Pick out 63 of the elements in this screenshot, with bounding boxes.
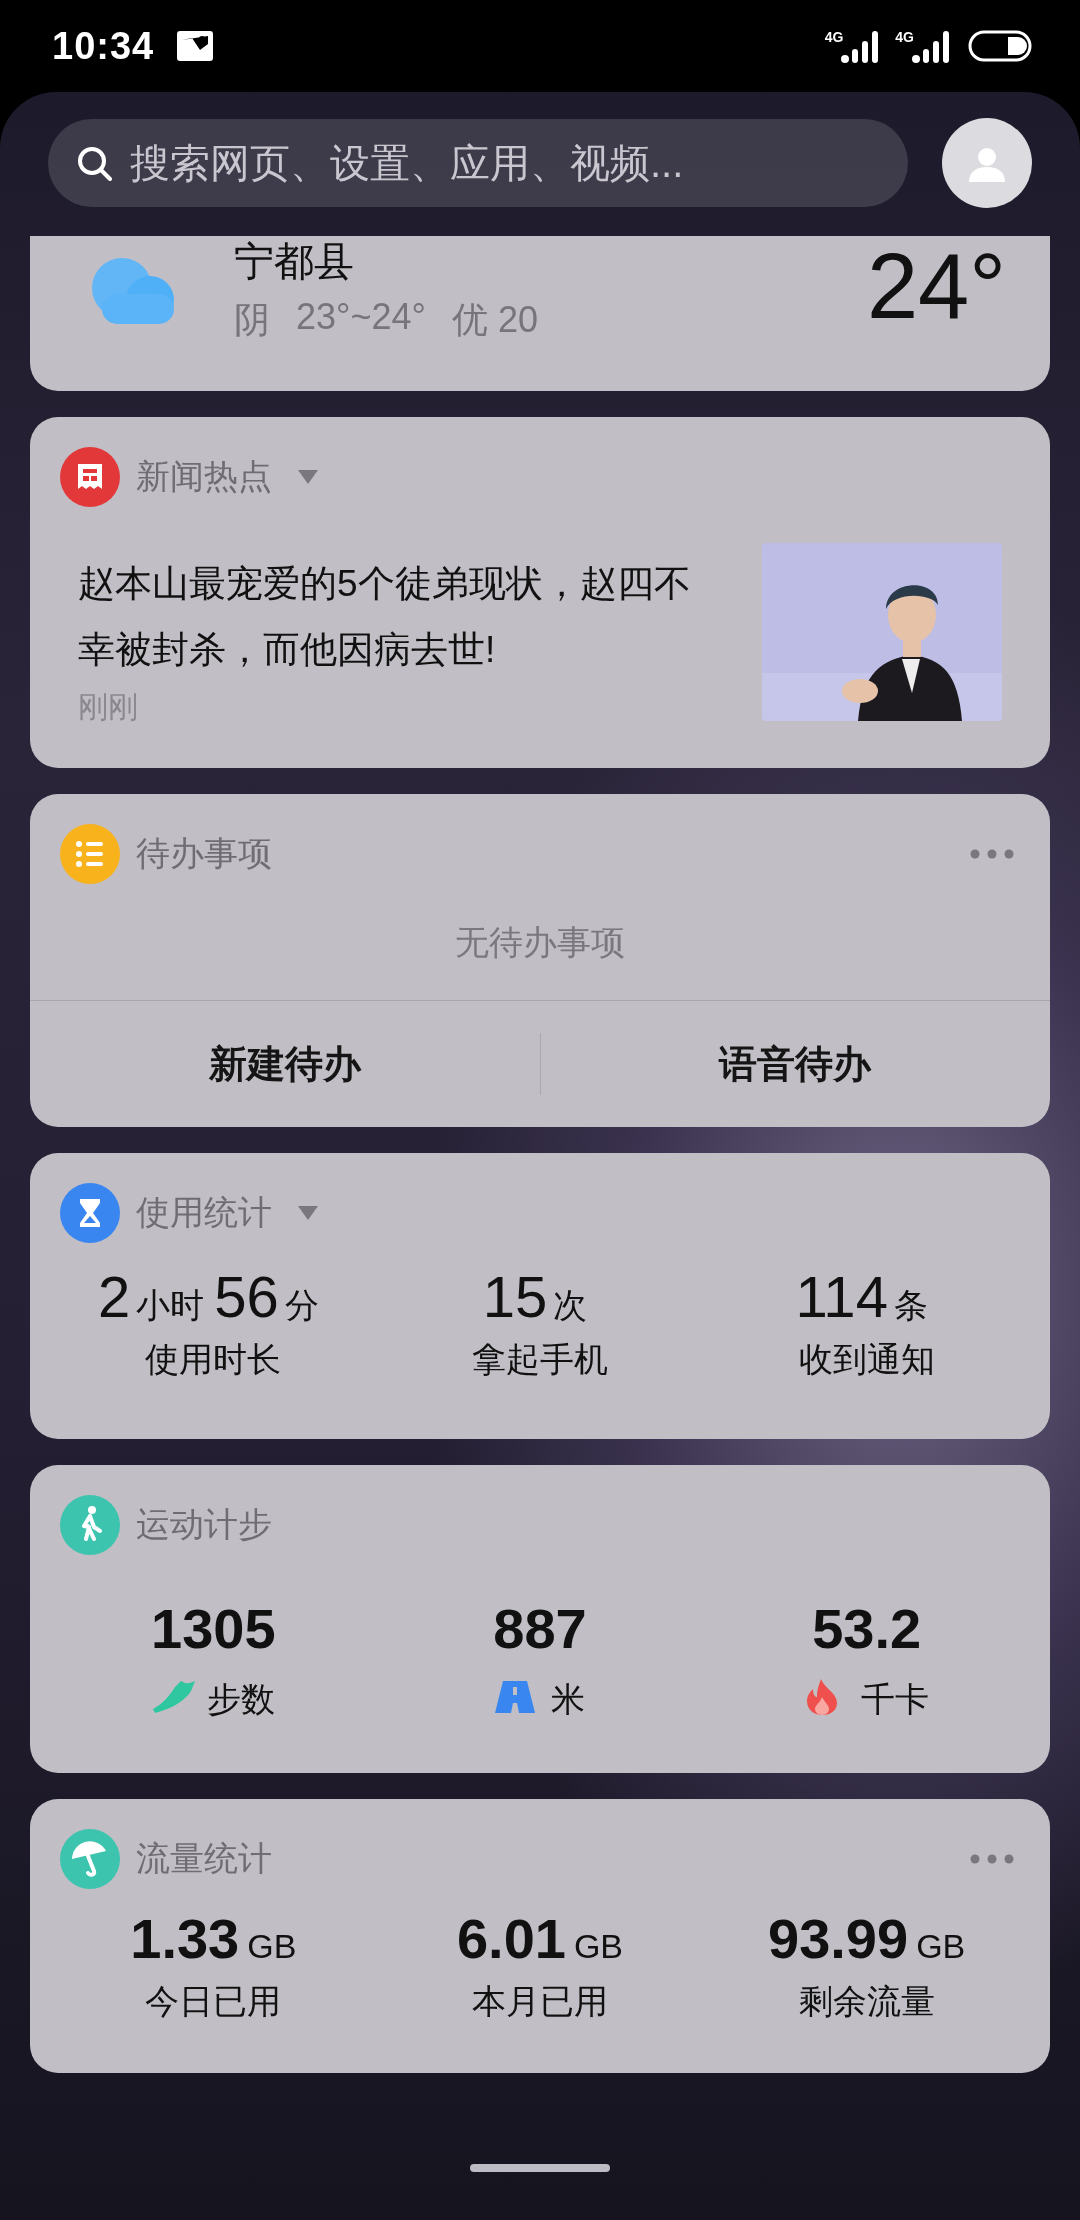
data-unit: GB [573, 1927, 624, 1966]
todo-action-button[interactable]: 新建待办 [30, 1001, 540, 1127]
stat-unit: 小时 [136, 1285, 205, 1326]
image-notification-icon [176, 30, 215, 62]
stat-number: 56 [214, 1263, 279, 1331]
stat-unit: 条 [893, 1285, 928, 1326]
stat-label: 本月已用 [472, 1981, 608, 2022]
stat-label: 拿起手机 [472, 1339, 608, 1380]
more-icon [970, 849, 1014, 859]
battery-icon [968, 30, 1032, 62]
signal-icon [841, 29, 880, 63]
stat-label: 步数 [207, 1679, 276, 1720]
clock-time: 10:34 [52, 24, 155, 68]
data-value: 6.01 [456, 1906, 566, 1972]
search-field[interactable]: 搜索网页、设置、应用、视频... [48, 119, 908, 207]
caret-icon [298, 1206, 318, 1220]
weather-condition: 阴 [234, 298, 270, 342]
stat-number: 114 [795, 1263, 888, 1331]
list-icon [60, 824, 120, 884]
news-headline[interactable]: 赵本山最宠爱的5个徒弟现状，赵四不幸被封杀，而他因病去世! [78, 551, 718, 683]
stat-number: 2 [97, 1263, 131, 1331]
data-unit: GB [916, 1927, 966, 1966]
stat-number: 15 [482, 1263, 548, 1331]
card-title: 流量统计 [136, 1838, 272, 1879]
steps-card[interactable]: 运动计步 1305 步数 887 米 53.2 千卡 [30, 1465, 1050, 1773]
umbrella-icon [60, 1829, 120, 1889]
weather-card[interactable]: 宁都县 阴 23°~24° 优 20 24° [30, 236, 1050, 391]
card-title: 待办事项 [136, 833, 272, 874]
walking-person-icon [60, 1495, 120, 1555]
stat-label: 千卡 [860, 1679, 929, 1720]
stat-label: 收到通知 [798, 1339, 935, 1380]
data-value: 1.33 [130, 1906, 240, 1972]
data-unit: GB [247, 1927, 297, 1966]
stat-unit: 次 [553, 1285, 588, 1326]
stat-label: 今日已用 [145, 1981, 282, 2022]
air-quality: 优 20 [451, 298, 538, 342]
stat-unit: 分 [284, 1285, 319, 1326]
data-value: 93.99 [768, 1906, 909, 1972]
network-type-label: 4G [895, 29, 914, 45]
data-usage-card[interactable]: 流量统计 1.33 GB 今日已用 6.01 GB 本月已用 93.99 GB 剩余流量 [30, 1799, 1050, 2073]
city-name: 宁都县 [234, 238, 355, 285]
usage-card[interactable]: 使用统计 2 小时 56 分 使用时长 15 次 拿起手机 114 条 收到通知 [30, 1153, 1050, 1439]
stat-label: 剩余流量 [798, 1981, 935, 2022]
card-title: 运动计步 [136, 1504, 272, 1545]
stat-label: 使用时长 [145, 1339, 282, 1380]
shoe-icon [151, 1679, 196, 1715]
newspaper-icon [60, 447, 120, 507]
more-icon [970, 1854, 1014, 1864]
hourglass-icon [60, 1183, 120, 1243]
search-icon [76, 145, 112, 181]
card-title: 新闻热点 [136, 456, 272, 497]
card-title: 使用统计 [136, 1192, 272, 1233]
empty-message: 无待办事项 [454, 922, 626, 963]
stat-label: 米 [551, 1679, 585, 1720]
step-value: 53.2 [812, 1596, 922, 1662]
temperature-range: 23°~24° [296, 296, 426, 339]
step-value: 887 [493, 1596, 587, 1662]
current-temperature: 24° [866, 236, 1006, 336]
caret-icon [298, 470, 318, 484]
signal-icon [912, 29, 950, 63]
step-value: 1305 [151, 1596, 276, 1662]
todo-action-button[interactable]: 语音待办 [540, 1001, 1050, 1127]
network-type-label: 4G [824, 29, 844, 45]
